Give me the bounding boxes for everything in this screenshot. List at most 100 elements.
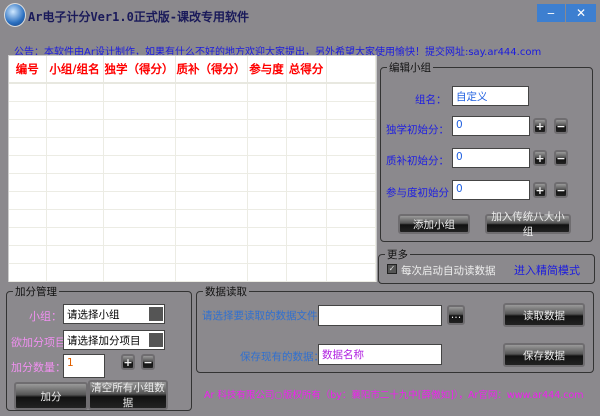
table-cell[interactable] <box>326 191 376 210</box>
table-cell[interactable] <box>247 191 287 210</box>
table-cell[interactable] <box>247 155 287 174</box>
table-cell[interactable] <box>175 173 248 192</box>
table-cell[interactable] <box>175 101 248 120</box>
table-row[interactable] <box>9 155 376 174</box>
table-cell[interactable] <box>286 173 327 192</box>
table-cell[interactable] <box>103 83 176 102</box>
close-button[interactable]: ✕ <box>566 4 596 22</box>
table-cell[interactable] <box>9 119 47 138</box>
solo-minus-button[interactable]: − <box>554 118 568 134</box>
table-cell[interactable] <box>326 83 376 102</box>
supp-plus-button[interactable]: + <box>533 150 547 166</box>
clear-all-button[interactable]: 清空所有小组数据 <box>88 380 168 410</box>
table-cell[interactable] <box>46 83 104 102</box>
table-cell[interactable] <box>247 119 287 138</box>
table-cell[interactable] <box>103 263 176 282</box>
table-cell[interactable] <box>247 137 287 156</box>
table-cell[interactable] <box>326 263 376 282</box>
table-cell[interactable] <box>103 173 176 192</box>
minimize-button[interactable]: ‒ <box>537 4 565 22</box>
table-cell[interactable] <box>286 191 327 210</box>
part-plus-button[interactable]: + <box>533 182 547 198</box>
table-row[interactable] <box>9 119 376 138</box>
save-name-input[interactable]: 数据名称 <box>318 344 442 365</box>
table-cell[interactable] <box>9 173 47 192</box>
table-row[interactable] <box>9 263 376 282</box>
col-total[interactable]: 总得分 <box>286 56 327 84</box>
auto-load-label[interactable]: 每次启动自动读数据 <box>401 263 496 278</box>
qty-minus-button[interactable]: − <box>141 354 155 370</box>
table-cell[interactable] <box>175 227 248 246</box>
table-cell[interactable] <box>247 173 287 192</box>
table-row[interactable] <box>9 101 376 120</box>
table-cell[interactable] <box>46 263 104 282</box>
score-table[interactable]: 编号 小组/组名 独学（得分） 质补（得分） 参与度 总得分 <box>8 55 377 282</box>
col-group[interactable]: 小组/组名 <box>46 56 104 84</box>
table-cell[interactable] <box>46 137 104 156</box>
table-cell[interactable] <box>9 191 47 210</box>
table-row[interactable] <box>9 83 376 102</box>
table-cell[interactable] <box>46 227 104 246</box>
table-cell[interactable] <box>9 83 47 102</box>
table-cell[interactable] <box>286 209 327 228</box>
table-cell[interactable] <box>9 209 47 228</box>
table-cell[interactable] <box>286 83 327 102</box>
table-cell[interactable] <box>175 263 248 282</box>
table-row[interactable] <box>9 209 376 228</box>
table-cell[interactable] <box>247 101 287 120</box>
dropdown-icon[interactable] <box>149 307 163 321</box>
table-cell[interactable] <box>326 155 376 174</box>
add-eight-groups-button[interactable]: 加入传统八大小组 <box>485 211 571 238</box>
part-minus-button[interactable]: − <box>554 182 568 198</box>
file-input[interactable] <box>318 305 442 326</box>
solo-plus-button[interactable]: + <box>533 118 547 134</box>
table-cell[interactable] <box>103 155 176 174</box>
table-cell[interactable] <box>247 83 287 102</box>
dropdown-icon[interactable] <box>149 333 163 347</box>
table-cell[interactable] <box>46 173 104 192</box>
table-row[interactable] <box>9 245 376 264</box>
col-supp[interactable]: 质补（得分） <box>175 56 248 84</box>
auto-load-checkbox[interactable]: ✓ <box>387 264 397 274</box>
simple-mode-link[interactable]: 进入精简模式 <box>514 262 580 278</box>
table-cell[interactable] <box>175 137 248 156</box>
table-cell[interactable] <box>46 191 104 210</box>
table-cell[interactable] <box>326 137 376 156</box>
add-score-button[interactable]: 加分 <box>14 382 88 410</box>
table-cell[interactable] <box>103 137 176 156</box>
table-cell[interactable] <box>286 227 327 246</box>
table-cell[interactable] <box>326 173 376 192</box>
table-cell[interactable] <box>286 101 327 120</box>
table-cell[interactable] <box>103 191 176 210</box>
table-cell[interactable] <box>46 155 104 174</box>
table-cell[interactable] <box>247 227 287 246</box>
table-cell[interactable] <box>247 263 287 282</box>
table-cell[interactable] <box>286 263 327 282</box>
supp-input[interactable]: 0 <box>452 148 530 168</box>
add-group-button[interactable]: 添加小组 <box>398 214 470 234</box>
table-cell[interactable] <box>46 119 104 138</box>
table-cell[interactable] <box>175 191 248 210</box>
table-cell[interactable] <box>326 119 376 138</box>
table-cell[interactable] <box>175 245 248 264</box>
table-cell[interactable] <box>247 245 287 264</box>
browse-button[interactable]: … <box>447 305 465 325</box>
table-cell[interactable] <box>9 263 47 282</box>
table-cell[interactable] <box>103 101 176 120</box>
read-data-button[interactable]: 读取数据 <box>503 303 585 327</box>
table-cell[interactable] <box>286 137 327 156</box>
table-cell[interactable] <box>326 209 376 228</box>
table-cell[interactable] <box>286 119 327 138</box>
supp-minus-button[interactable]: − <box>554 150 568 166</box>
qty-plus-button[interactable]: + <box>121 354 135 370</box>
table-cell[interactable] <box>103 119 176 138</box>
table-cell[interactable] <box>326 101 376 120</box>
table-cell[interactable] <box>103 209 176 228</box>
table-cell[interactable] <box>286 245 327 264</box>
table-cell[interactable] <box>175 155 248 174</box>
table-cell[interactable] <box>175 209 248 228</box>
table-cell[interactable] <box>46 209 104 228</box>
table-cell[interactable] <box>9 101 47 120</box>
col-id[interactable]: 编号 <box>9 56 47 84</box>
table-cell[interactable] <box>9 155 47 174</box>
